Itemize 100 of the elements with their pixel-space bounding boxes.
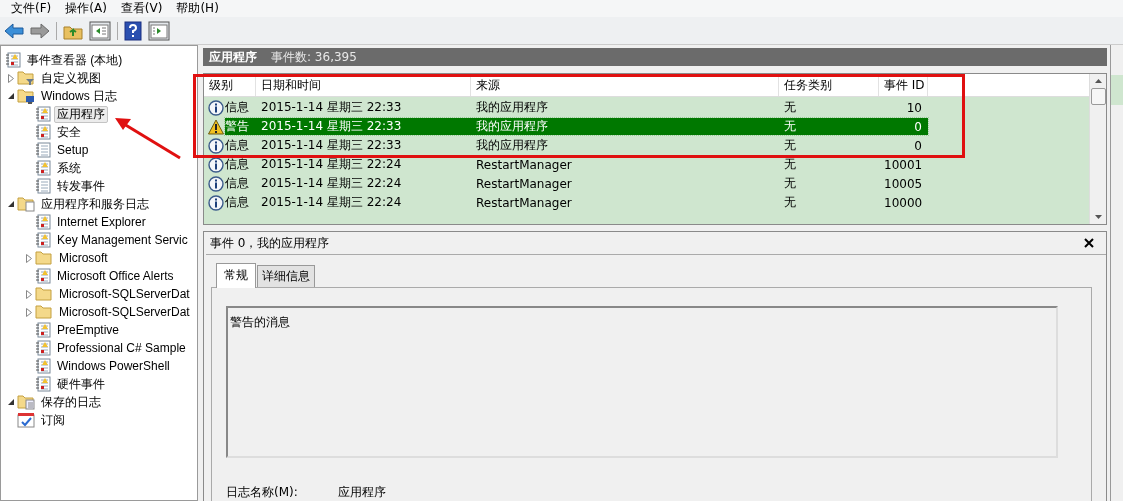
collapsed-arrow-icon[interactable] [8, 73, 14, 83]
menu-item[interactable]: 查看(V) [119, 0, 164, 17]
menu-item[interactable]: 文件(F) [10, 0, 53, 17]
filter-folder-icon [17, 70, 35, 86]
menu-item[interactable]: 帮助(H) [175, 0, 220, 17]
event-row[interactable]: 信息 2015-1-14 星期三 22:24 RestartManager 无 10000 [225, 194, 928, 211]
table-cell-text: RestartManager [475, 195, 573, 210]
close-icon[interactable] [1084, 238, 1094, 248]
folder-icon [17, 394, 35, 410]
scroll-thumb[interactable] [1090, 88, 1106, 105]
help-icon[interactable] [124, 20, 142, 41]
table-cell-text: 信息 [225, 194, 250, 211]
tree-item[interactable]: Internet Explorer [54, 213, 149, 231]
table-cell-text: 0 [913, 119, 923, 134]
table-cell-text: RestartManager [475, 176, 573, 191]
event-count: 事件数: 36,395 [271, 48, 357, 66]
tree-item[interactable]: PreEmptive [54, 321, 123, 339]
event-row[interactable]: 信息 2015-1-14 星期三 22:33 我的应用程序 无 10 [225, 99, 928, 116]
message-text: 警告的消息 [230, 315, 290, 329]
table-cell-text: 信息 [225, 156, 250, 173]
tree-item[interactable]: Professional C# Sample [54, 339, 189, 357]
tree-item[interactable]: Microsoft-SQLServerDat [56, 285, 193, 303]
column-header[interactable]: 级别 [204, 74, 256, 96]
folder-icon [35, 286, 53, 302]
log-icon [35, 376, 51, 392]
log-icon [35, 268, 51, 284]
log-icon [35, 358, 51, 374]
folder-icon [35, 250, 53, 266]
table-cell-text: 无 [783, 137, 797, 154]
tab[interactable]: 常规 [216, 263, 256, 288]
table-cell-text: 我的应用程序 [475, 118, 549, 135]
notebook-icon [35, 178, 51, 194]
collapsed-arrow-icon[interactable] [26, 307, 32, 317]
column-header[interactable]: 事件 ID [879, 74, 928, 96]
log-icon [35, 340, 51, 356]
table-cell-text: 2015-1-14 星期三 22:33 [260, 137, 403, 154]
table-cell-text: 信息 [225, 175, 250, 192]
log-icon [5, 52, 21, 68]
table-cell-text: 2015-1-14 星期三 22:24 [260, 156, 403, 173]
expanded-arrow-icon[interactable] [7, 92, 15, 100]
tree-item[interactable]: 自定义视图 [38, 69, 104, 87]
expanded-arrow-icon[interactable] [7, 200, 15, 208]
event-row[interactable]: 信息 2015-1-14 星期三 22:24 RestartManager 无 10005 [225, 175, 928, 192]
tree-item[interactable]: 应用程序和服务日志 [38, 195, 152, 213]
tree-item[interactable]: 保存的日志 [38, 393, 104, 411]
tree-item[interactable]: 事件查看器 (本地) [24, 51, 126, 69]
column-header[interactable]: 日期和时间 [256, 74, 471, 96]
table-cell-text: 无 [783, 118, 797, 135]
table-cell-text: 2015-1-14 星期三 22:33 [260, 118, 403, 135]
warning-icon [208, 118, 224, 135]
collapsed-arrow-icon[interactable] [26, 253, 32, 263]
table-cell-text: 2015-1-14 星期三 22:24 [260, 175, 403, 192]
column-header[interactable]: 任务类别 [779, 74, 879, 96]
tree-item[interactable]: 系统 [54, 159, 84, 177]
table-cell-text: 无 [783, 99, 797, 116]
tree-item[interactable]: 转发事件 [54, 177, 108, 195]
tree-item[interactable]: 硬件事件 [54, 375, 108, 393]
table-cell-text: 10005 [883, 176, 924, 191]
table-cell-text: 信息 [225, 137, 250, 154]
tree-item[interactable]: Key Management Servic [54, 231, 191, 249]
info-icon [208, 194, 224, 211]
tree-item[interactable]: Setup [54, 141, 92, 159]
event-row[interactable]: 警告 2015-1-14 星期三 22:33 我的应用程序 无 0 [225, 118, 928, 135]
table-cell-text: 10 [905, 100, 923, 115]
log-icon [35, 214, 51, 230]
event-row[interactable]: 信息 2015-1-14 星期三 22:33 我的应用程序 无 0 [225, 137, 928, 154]
tree-item[interactable]: 应用程序 [54, 105, 108, 123]
tree-item[interactable]: Microsoft Office Alerts [54, 267, 177, 285]
table-cell-text: 信息 [225, 99, 250, 116]
log-icon [35, 160, 51, 176]
menu-item[interactable]: 操作(A) [64, 0, 108, 17]
tree-item[interactable]: Windows 日志 [38, 87, 120, 105]
log-name: 应用程序 [209, 48, 257, 66]
tree-item[interactable]: 安全 [54, 123, 84, 141]
subscription-icon [17, 412, 35, 428]
tree-item[interactable]: Microsoft [56, 249, 111, 267]
forward-icon[interactable] [30, 22, 50, 39]
notebook-icon [35, 142, 51, 158]
table-cell-text: 无 [783, 175, 797, 192]
show-actions-icon[interactable] [148, 20, 170, 41]
info-icon [208, 175, 224, 192]
back-icon[interactable] [4, 22, 24, 39]
log-icon [35, 232, 51, 248]
tree-item[interactable]: Microsoft-SQLServerDat [56, 303, 193, 321]
info-icon [208, 137, 224, 154]
column-header[interactable]: 来源 [471, 74, 779, 96]
scrollbar[interactable] [1089, 74, 1106, 224]
collapsed-arrow-icon[interactable] [26, 289, 32, 299]
table-cell-text: 10001 [883, 157, 924, 172]
tree-item[interactable]: 订阅 [38, 411, 68, 429]
table-cell-text: 2015-1-14 星期三 22:33 [260, 99, 403, 116]
table-cell-text: 警告 [225, 118, 250, 135]
info-icon [208, 99, 224, 116]
log-icon [35, 106, 51, 122]
field-label: 日志名称(M): [226, 484, 299, 501]
show-tree-icon[interactable] [89, 20, 111, 41]
event-row[interactable]: 信息 2015-1-14 星期三 22:24 RestartManager 无 10001 [225, 156, 928, 173]
expanded-arrow-icon[interactable] [7, 398, 15, 406]
tab[interactable]: 详细信息 [257, 265, 315, 287]
tree-item[interactable]: Windows PowerShell [54, 357, 173, 375]
